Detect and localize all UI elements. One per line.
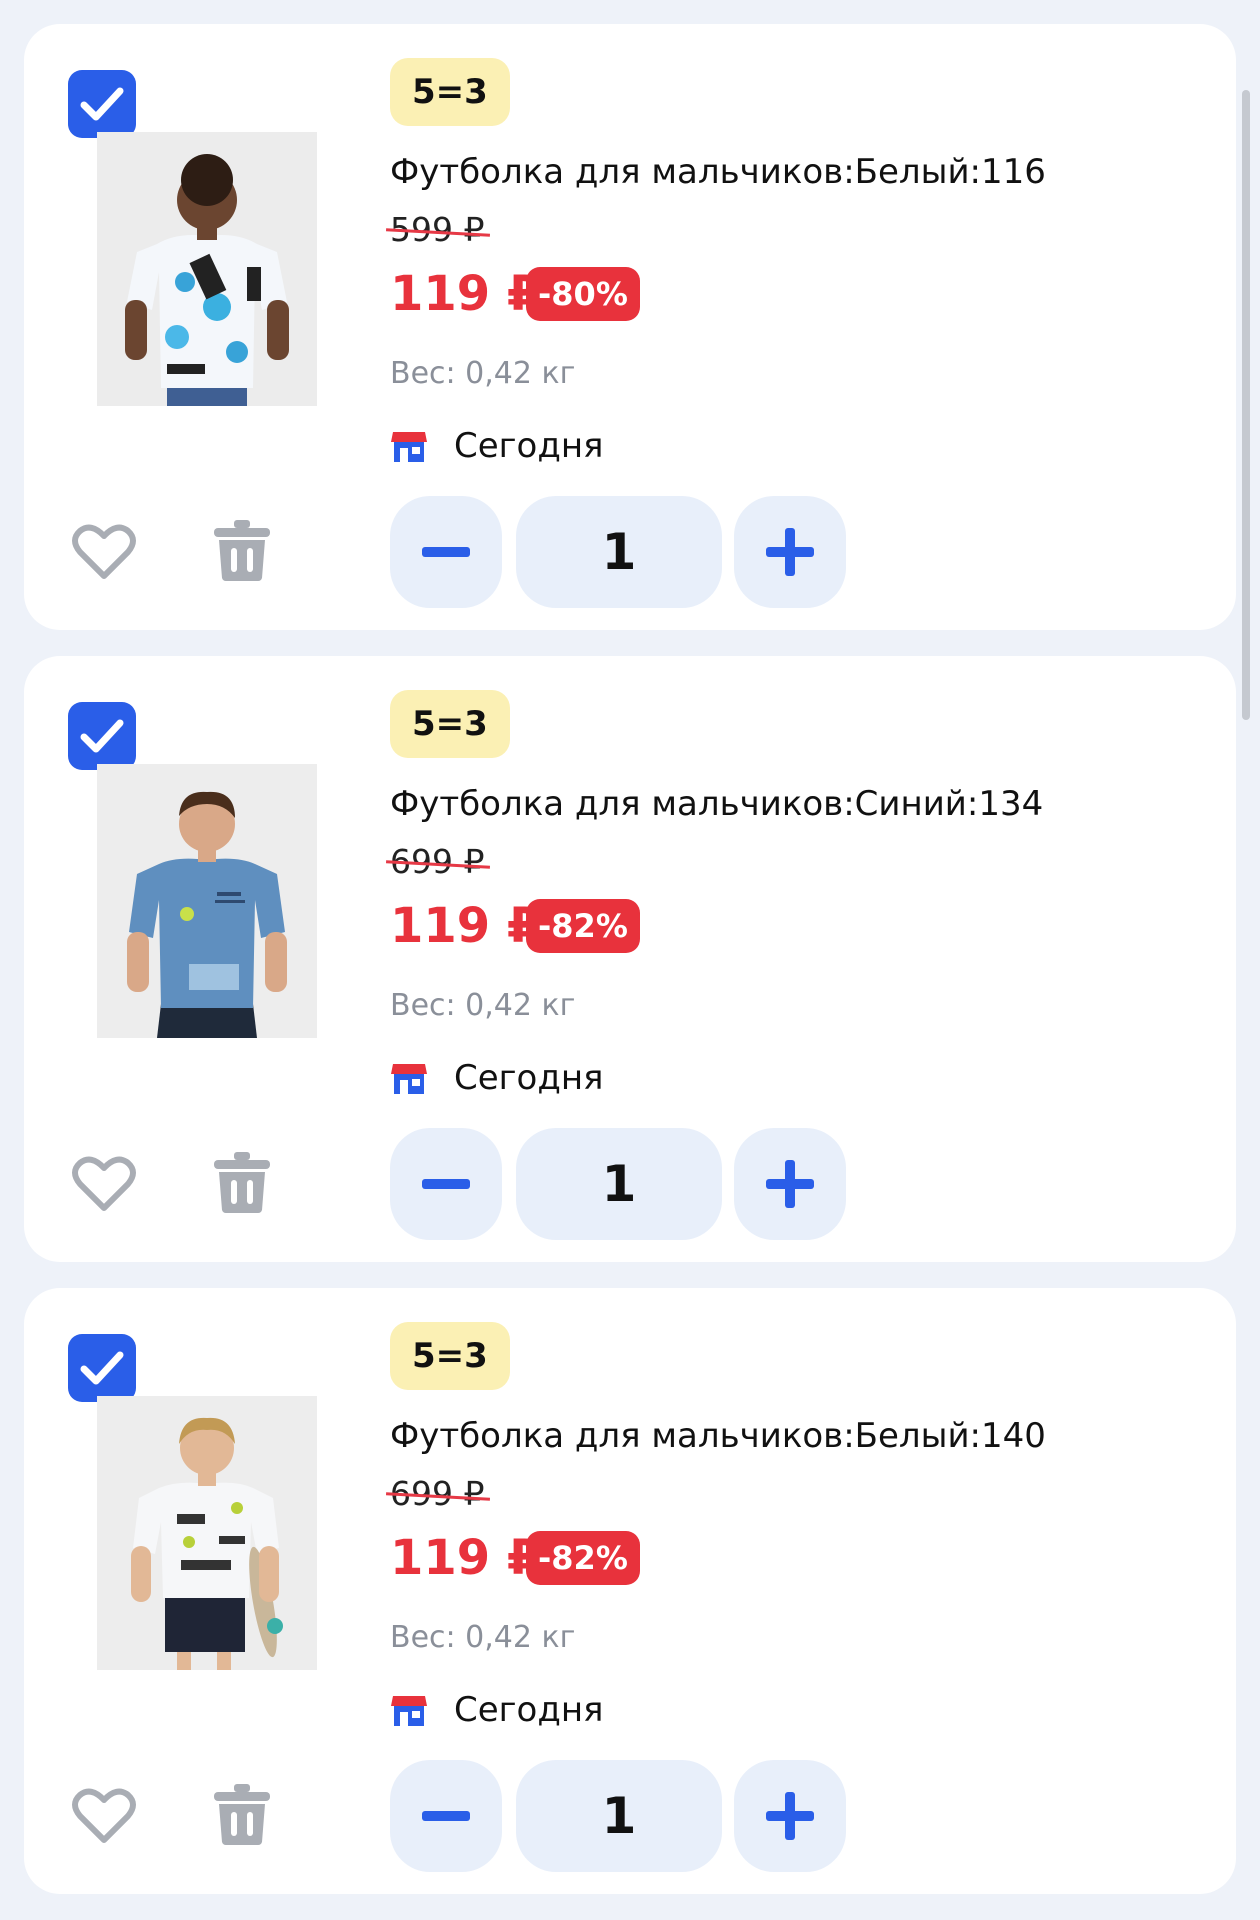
current-price: 119 ₽ [390,266,541,322]
decrease-quantity-button[interactable] [390,496,502,608]
heart-icon [72,524,136,579]
delivery-label: Сегодня [454,426,604,466]
promo-badge: 5=3 [390,690,510,758]
product-image[interactable] [97,1396,317,1670]
quantity-value[interactable]: 1 [516,496,722,608]
plus-icon [766,1160,814,1208]
discount-badge: -82% [526,899,640,953]
promo-badge: 5=3 [390,1322,510,1390]
current-price: 119 ₽ [390,1530,541,1586]
select-item-checkbox[interactable] [68,702,136,770]
delete-button[interactable] [210,1150,274,1214]
favorite-button[interactable] [72,522,136,582]
delivery-label: Сегодня [454,1058,604,1098]
checkmark-icon [80,1351,124,1385]
cart-item-card: 5=3 Футболка для мальчиков:Белый:116 599… [24,24,1236,630]
minus-icon [422,1811,470,1821]
discount-badge: -80% [526,267,640,321]
trash-icon [214,520,270,581]
select-item-checkbox[interactable] [68,70,136,138]
store-icon [391,1064,427,1094]
checkmark-icon [80,87,124,121]
plus-icon [766,1792,814,1840]
product-title[interactable]: Футболка для мальчиков:Белый:140 [390,1414,1046,1458]
discount-badge: -82% [526,1531,640,1585]
product-image[interactable] [97,132,317,406]
product-title[interactable]: Футболка для мальчиков:Синий:134 [390,782,1043,826]
weight-text: Вес: 0,42 кг [390,1620,576,1655]
heart-icon [72,1156,136,1211]
decrease-quantity-button[interactable] [390,1128,502,1240]
weight-text: Вес: 0,42 кг [390,356,576,391]
heart-icon [72,1788,136,1843]
select-item-checkbox[interactable] [68,1334,136,1402]
delete-button[interactable] [210,1782,274,1846]
increase-quantity-button[interactable] [734,496,846,608]
delivery-info: Сегодня [390,1686,604,1734]
favorite-button[interactable] [72,1786,136,1846]
trash-icon [214,1784,270,1845]
old-price: 599 ₽ [385,210,491,250]
minus-icon [422,1179,470,1189]
scrollbar[interactable] [1242,90,1250,720]
decrease-quantity-button[interactable] [390,1760,502,1872]
quantity-value[interactable]: 1 [516,1760,722,1872]
old-price: 699 ₽ [385,1474,491,1514]
minus-icon [422,547,470,557]
delete-button[interactable] [210,518,274,582]
store-icon [391,432,427,462]
checkmark-icon [80,719,124,753]
trash-icon [214,1152,270,1213]
product-image[interactable] [97,764,317,1038]
cart-item-card: 5=3 Футболка для мальчиков:Белый:140 699… [24,1288,1236,1894]
store-icon [391,1696,427,1726]
product-title[interactable]: Футболка для мальчиков:Белый:116 [390,150,1046,194]
quantity-value[interactable]: 1 [516,1128,722,1240]
weight-text: Вес: 0,42 кг [390,988,576,1023]
promo-badge: 5=3 [390,58,510,126]
delivery-label: Сегодня [454,1690,604,1730]
delivery-info: Сегодня [390,1054,604,1102]
delivery-info: Сегодня [390,422,604,470]
increase-quantity-button[interactable] [734,1760,846,1872]
increase-quantity-button[interactable] [734,1128,846,1240]
favorite-button[interactable] [72,1154,136,1214]
current-price: 119 ₽ [390,898,541,954]
plus-icon [766,528,814,576]
old-price: 699 ₽ [385,842,491,882]
cart-item-card: 5=3 Футболка для мальчиков:Синий:134 699… [24,656,1236,1262]
